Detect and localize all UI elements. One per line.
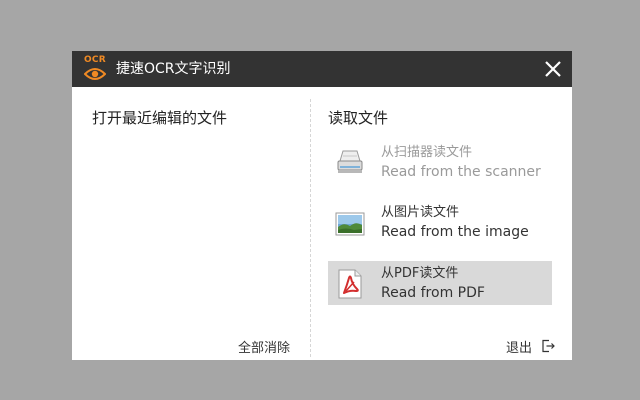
logo-text: OCR [83, 55, 107, 65]
recent-files-heading: 打开最近编辑的文件 [92, 109, 228, 127]
eye-icon [84, 68, 106, 80]
title-bar[interactable]: OCR 捷速OCR文字识别 [72, 51, 572, 87]
image-label-en: Read from the image [381, 224, 529, 240]
image-icon [335, 212, 365, 236]
read-from-image-option[interactable]: 从图片读文件 Read from the image [328, 200, 552, 244]
scanner-icon [337, 150, 363, 173]
read-file-heading: 读取文件 [328, 109, 389, 127]
pdf-icon [338, 269, 362, 299]
scanner-label-en: Read from the scanner [381, 164, 541, 180]
ocr-dialog: OCR 捷速OCR文字识别 打开最近编辑的文件 读取文件 从扫描器读文件 Rea… [72, 51, 572, 360]
clear-all-button[interactable]: 全部消除 [238, 337, 290, 356]
divider [310, 99, 311, 357]
read-from-pdf-option[interactable]: 从PDF读文件 Read from PDF [328, 261, 552, 305]
app-logo: OCR [82, 55, 108, 83]
window-title: 捷速OCR文字识别 [116, 61, 231, 77]
close-icon[interactable] [543, 59, 563, 79]
pdf-label-cn: 从PDF读文件 [381, 266, 459, 281]
read-from-scanner-option[interactable]: 从扫描器读文件 Read from the scanner [328, 140, 552, 184]
scanner-label-cn: 从扫描器读文件 [381, 145, 473, 160]
exit-icon[interactable] [541, 339, 555, 353]
exit-button[interactable]: 退出 [506, 337, 532, 356]
image-label-cn: 从图片读文件 [381, 205, 460, 220]
pdf-label-en: Read from PDF [381, 285, 485, 301]
